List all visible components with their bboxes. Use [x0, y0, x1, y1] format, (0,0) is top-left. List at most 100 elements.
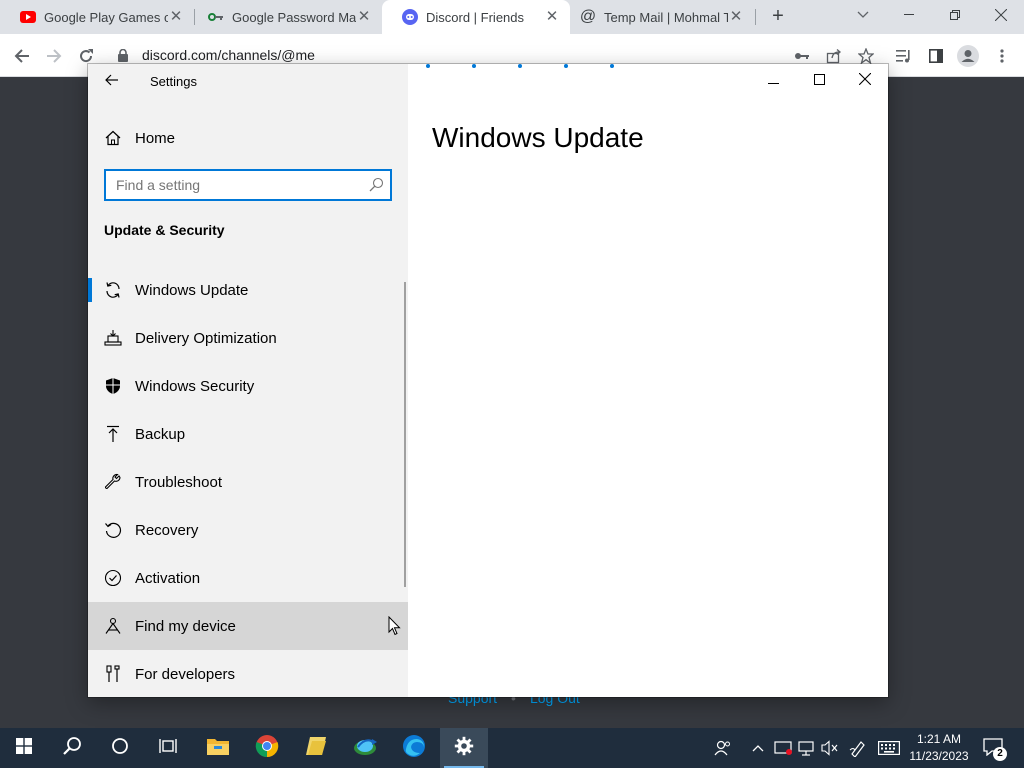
- progress-dot: [518, 64, 522, 68]
- settings-app-title: Settings: [150, 74, 197, 89]
- folder-app-button[interactable]: [292, 728, 340, 768]
- back-button[interactable]: [100, 70, 124, 94]
- nav-item-recovery[interactable]: Recovery: [88, 506, 408, 554]
- browser-tab[interactable]: Google Play Games or ✕: [0, 0, 194, 34]
- start-icon: [16, 737, 32, 759]
- forward-arrow-icon[interactable]: [40, 42, 68, 70]
- nav-scrollbar[interactable]: [404, 282, 406, 587]
- chrome-icon: [255, 734, 279, 763]
- nav-item-troubleshoot[interactable]: Troubleshoot: [88, 458, 408, 506]
- at-sign-icon: @: [579, 8, 597, 25]
- touch-keyboard-icon[interactable]: [876, 728, 902, 768]
- people-icon[interactable]: [710, 728, 736, 768]
- globe-app-button[interactable]: [341, 728, 389, 768]
- maximize-icon: [813, 72, 825, 90]
- home-icon: [103, 130, 123, 146]
- find-device-icon: [103, 617, 123, 635]
- delivery-optimization-icon: [103, 329, 123, 347]
- nav-item-for-developers[interactable]: For developers: [88, 650, 408, 697]
- browser-tab[interactable]: @ Temp Mail | Mohmal T ✕: [560, 0, 754, 34]
- task-view-button[interactable]: [144, 728, 192, 768]
- tab-separator: [755, 9, 756, 25]
- selected-indicator: [88, 278, 92, 302]
- nav-item-backup[interactable]: Backup: [88, 410, 408, 458]
- pen-ink-icon[interactable]: [846, 728, 870, 768]
- settings-taskbar-button[interactable]: [440, 728, 488, 768]
- side-panel-icon[interactable]: [922, 42, 950, 70]
- taskbar-clock[interactable]: 1:21 AM 11/23/2023: [906, 731, 972, 765]
- minimize-browser-button[interactable]: [886, 0, 932, 30]
- settings-nav-pane: Settings Home Update & Security Windows …: [88, 64, 408, 697]
- browser-tab[interactable]: Google Password Mar ✕: [188, 0, 382, 34]
- settings-content-pane: Windows Update: [408, 64, 888, 697]
- progress-dot: [610, 64, 614, 68]
- task-view-icon: [159, 738, 177, 759]
- profile-avatar-icon[interactable]: [954, 42, 982, 70]
- password-key-icon: [208, 9, 224, 25]
- clock-date: 11/23/2023: [909, 749, 969, 763]
- edge-button[interactable]: [390, 728, 438, 768]
- reading-list-icon[interactable]: [890, 42, 918, 70]
- lock-icon[interactable]: [118, 48, 132, 62]
- tab-title: Google Play Games or: [44, 9, 168, 25]
- nav-item-label: Backup: [135, 425, 186, 443]
- new-tab-button[interactable]: +: [766, 5, 790, 29]
- folder-app-icon: [304, 735, 328, 762]
- cortana-button[interactable]: [96, 728, 144, 768]
- recovery-icon: [103, 521, 123, 539]
- youtube-icon: [20, 9, 36, 25]
- url-text: discord.com/channels/@me: [142, 47, 315, 63]
- progress-dot: [472, 64, 476, 68]
- close-tab-icon[interactable]: ✕: [356, 9, 372, 25]
- search-icon: [62, 736, 82, 761]
- tab-title: Google Password Mar: [232, 9, 356, 25]
- home-label: Home: [135, 129, 176, 147]
- browser-tab-active[interactable]: Discord | Friends ✕: [382, 0, 570, 34]
- kebab-menu-icon[interactable]: [988, 42, 1016, 70]
- volume-muted-icon[interactable]: [820, 728, 840, 768]
- nav-item-activation[interactable]: Activation: [88, 554, 408, 602]
- minimize-icon: [767, 72, 779, 90]
- close-tab-icon[interactable]: ✕: [544, 9, 560, 25]
- show-hidden-icons-chevron-icon[interactable]: [748, 728, 768, 768]
- loading-progress-dots: [426, 64, 614, 68]
- nav-item-windows-security[interactable]: Windows Security: [88, 362, 408, 410]
- start-button[interactable]: [0, 728, 48, 768]
- taskbar-search-button[interactable]: [48, 728, 96, 768]
- nav-item-label: Troubleshoot: [135, 473, 222, 491]
- chrome-button[interactable]: [243, 728, 291, 768]
- page-title: Windows Update: [432, 122, 644, 153]
- find-setting-search-box[interactable]: [104, 169, 392, 201]
- close-tab-icon[interactable]: ✕: [168, 9, 184, 25]
- shield-icon: [103, 377, 123, 395]
- nav-item-delivery-optimization[interactable]: Delivery Optimization: [88, 314, 408, 362]
- close-browser-button[interactable]: [978, 0, 1024, 30]
- file-explorer-icon: [206, 736, 230, 761]
- file-explorer-button[interactable]: [194, 728, 242, 768]
- network-icon[interactable]: [796, 728, 818, 768]
- notification-count-badge: 2: [993, 747, 1007, 761]
- settings-gear-icon: [454, 736, 474, 761]
- tab-search-chevron-icon[interactable]: [840, 0, 886, 30]
- cortana-icon: [111, 737, 129, 760]
- find-setting-input[interactable]: [116, 177, 356, 193]
- nav-item-label: Activation: [135, 569, 201, 587]
- defender-tray-icon[interactable]: [772, 728, 794, 768]
- update-security-nav-list: Windows Update Delivery Optimization Win…: [88, 266, 408, 697]
- close-window-button[interactable]: [842, 68, 888, 94]
- close-tab-icon[interactable]: ✕: [728, 9, 744, 25]
- maximize-window-button[interactable]: [796, 68, 842, 94]
- search-icon[interactable]: [368, 177, 384, 193]
- restore-browser-button[interactable]: [932, 0, 978, 30]
- back-arrow-icon[interactable]: [8, 42, 36, 70]
- sync-icon: [103, 281, 123, 299]
- tab-title: Temp Mail | Mohmal T: [604, 9, 728, 25]
- nav-item-windows-update[interactable]: Windows Update: [88, 266, 408, 314]
- browser-tabstrip: Google Play Games or ✕ Google Password M…: [0, 0, 1024, 34]
- back-arrow-icon: [105, 73, 119, 91]
- minimize-window-button[interactable]: [750, 68, 796, 94]
- backup-arrow-icon: [103, 425, 123, 443]
- nav-item-label: Find my device: [135, 617, 236, 635]
- nav-item-find-my-device[interactable]: Find my device: [88, 602, 408, 650]
- home-nav-item[interactable]: Home: [88, 120, 408, 156]
